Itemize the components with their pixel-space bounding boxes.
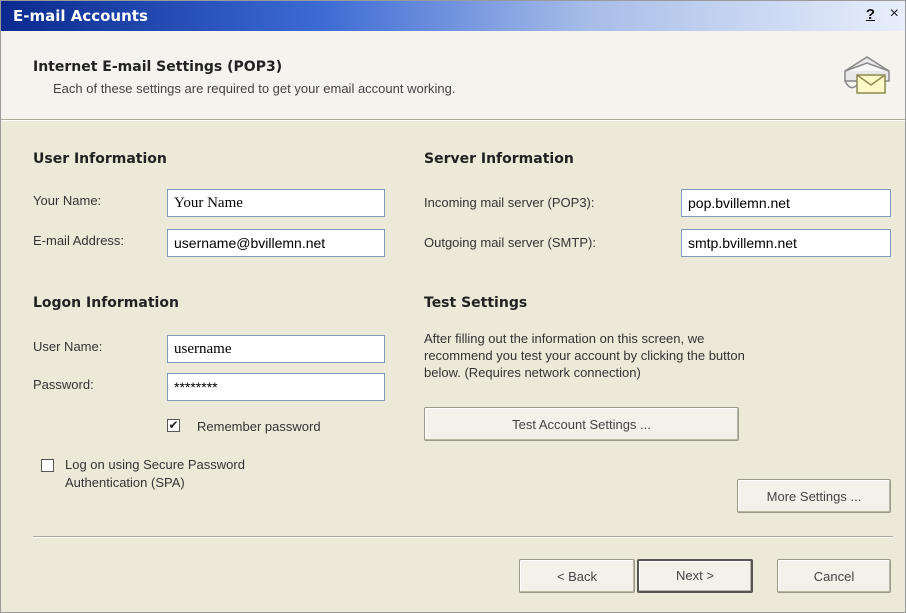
test-settings-desc-line2: recommend you test your account by click… xyxy=(424,348,745,363)
dialog-header: Internet E-mail Settings (POP3) Each of … xyxy=(1,31,905,119)
test-settings-desc-line1: After filling out the information on thi… xyxy=(424,331,705,346)
test-settings-desc-line3: below. (Requires network connection) xyxy=(424,365,641,380)
remember-password-checkbox[interactable]: ✔ xyxy=(167,419,180,432)
password-field[interactable] xyxy=(167,373,385,401)
outgoing-server-field[interactable] xyxy=(681,229,891,257)
title-bar: E-mail Accounts ? × xyxy=(1,1,905,31)
page-subtitle: Each of these settings are required to g… xyxy=(53,81,456,96)
test-account-settings-button[interactable]: Test Account Settings ... xyxy=(424,407,739,441)
server-info-heading: Server Information xyxy=(424,151,574,167)
next-button[interactable]: Next > xyxy=(637,559,753,593)
spa-label-line2[interactable]: Authentication (SPA) xyxy=(65,475,185,490)
page-title: Internet E-mail Settings (POP3) xyxy=(33,59,283,75)
email-address-field[interactable] xyxy=(167,229,385,257)
password-label: Password: xyxy=(33,377,94,392)
incoming-server-label: Incoming mail server (POP3): xyxy=(424,195,595,210)
test-settings-heading: Test Settings xyxy=(424,295,528,311)
your-name-field[interactable] xyxy=(167,189,385,217)
header-divider xyxy=(1,119,905,121)
email-accounts-dialog: E-mail Accounts ? × Internet E-mail Sett… xyxy=(0,0,906,613)
user-name-field[interactable] xyxy=(167,335,385,363)
user-info-heading: User Information xyxy=(33,151,167,167)
outgoing-server-label: Outgoing mail server (SMTP): xyxy=(424,235,596,250)
footer-divider xyxy=(33,536,893,538)
cancel-button[interactable]: Cancel xyxy=(777,559,891,593)
incoming-server-field[interactable] xyxy=(681,189,891,217)
logon-info-heading: Logon Information xyxy=(33,295,179,311)
help-button[interactable]: ? xyxy=(866,6,875,23)
back-button[interactable]: < Back xyxy=(519,559,635,593)
your-name-label: Your Name: xyxy=(33,193,102,208)
user-name-label: User Name: xyxy=(33,339,103,354)
remember-password-label[interactable]: Remember password xyxy=(197,419,321,434)
more-settings-button[interactable]: More Settings ... xyxy=(737,479,891,513)
window-title: E-mail Accounts xyxy=(13,7,148,25)
close-button[interactable]: × xyxy=(890,5,899,23)
email-address-label: E-mail Address: xyxy=(33,233,125,248)
email-envelope-icon xyxy=(844,56,890,94)
spa-label-line1[interactable]: Log on using Secure Password xyxy=(65,457,245,472)
spa-checkbox[interactable] xyxy=(41,459,54,472)
